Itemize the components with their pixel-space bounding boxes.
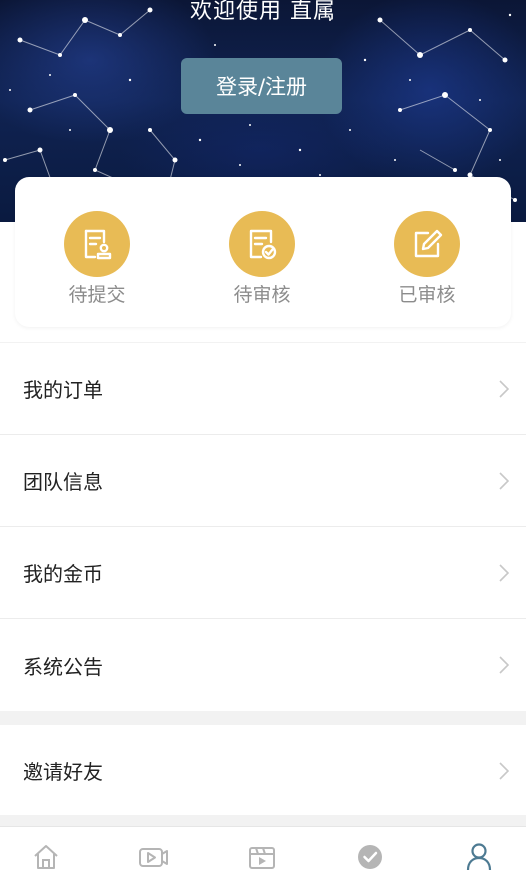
video-icon[interactable] <box>138 841 168 871</box>
status-pending-review[interactable]: 待审核 <box>202 211 322 308</box>
status-reviewed[interactable]: 已审核 <box>367 211 487 308</box>
menu-item-my-orders[interactable]: 我的订单 <box>0 343 526 435</box>
chevron-right-icon <box>499 472 510 490</box>
document-stamp-icon <box>64 211 130 277</box>
home-icon[interactable] <box>31 841 61 871</box>
menu-group-invite: 邀请好友 <box>0 725 526 815</box>
chevron-right-icon <box>499 564 510 582</box>
order-status-card: 待提交 待审核 已审核 <box>15 177 511 327</box>
bottom-tab-bar <box>0 826 526 872</box>
chevron-right-icon <box>499 762 510 780</box>
menu-item-label: 我的订单 <box>23 378 103 402</box>
clapperboard-icon[interactable] <box>247 841 277 871</box>
menu-group-main: 我的订单 团队信息 我的金币 系统公告 <box>0 343 526 711</box>
menu-item-label: 团队信息 <box>23 470 103 494</box>
menu-item-system-notice[interactable]: 系统公告 <box>0 619 526 711</box>
menu-item-my-coins[interactable]: 我的金币 <box>0 527 526 619</box>
status-pending-submit[interactable]: 待提交 <box>37 211 157 308</box>
menu-item-team-info[interactable]: 团队信息 <box>0 435 526 527</box>
menu-item-invite-friends[interactable]: 邀请好友 <box>0 725 526 815</box>
menu-item-label: 邀请好友 <box>23 759 103 784</box>
chevron-right-icon <box>499 380 510 398</box>
status-label: 待提交 <box>68 284 126 306</box>
chevron-right-icon <box>499 656 510 674</box>
status-label: 待审核 <box>233 284 291 306</box>
login-register-button[interactable]: 登录/注册 <box>181 58 342 114</box>
check-circle-icon[interactable] <box>355 841 385 871</box>
document-check-icon <box>229 211 295 277</box>
edit-icon <box>394 211 460 277</box>
user-icon[interactable] <box>464 841 494 871</box>
menu-item-label: 系统公告 <box>23 654 103 679</box>
status-label: 已审核 <box>398 284 456 306</box>
menu-item-label: 我的金币 <box>23 562 103 586</box>
welcome-title: 欢迎使用 直属 <box>190 0 336 24</box>
